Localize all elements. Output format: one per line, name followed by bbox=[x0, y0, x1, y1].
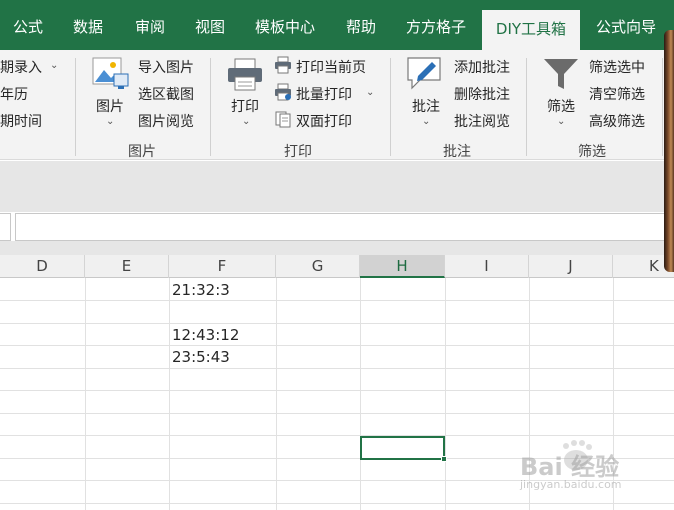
grid-line bbox=[360, 278, 361, 510]
name-box[interactable] bbox=[0, 213, 11, 241]
cell-f-time[interactable]: 23:5:43 bbox=[169, 346, 230, 368]
clear-filter-button[interactable]: 清空筛选 bbox=[589, 84, 645, 104]
grid-line bbox=[0, 323, 674, 324]
watermark-url: jingyan.baidu.com bbox=[520, 478, 622, 491]
tab-data[interactable]: 数据 bbox=[60, 0, 116, 50]
chevron-down-icon[interactable]: ⌄ bbox=[242, 116, 250, 127]
batch-print-icon bbox=[275, 83, 291, 101]
grid-line bbox=[276, 278, 277, 510]
watermark-brand: Bai 经验 bbox=[520, 453, 620, 481]
chevron-down-icon[interactable]: ⌄ bbox=[422, 116, 430, 127]
group-divider bbox=[662, 58, 663, 156]
batch-print-button[interactable]: 批量打印 bbox=[296, 84, 352, 104]
column-header-g[interactable]: G bbox=[276, 255, 360, 278]
calendar-button[interactable]: 年历 bbox=[0, 84, 28, 104]
cell-f-time[interactable]: 21:32:3 bbox=[169, 279, 230, 301]
delete-comment-button[interactable]: 删除批注 bbox=[454, 84, 510, 104]
grid-line bbox=[85, 278, 86, 510]
formula-bar[interactable] bbox=[15, 213, 674, 241]
ribbon-tab-bar: 公式 数据 审阅 视图 模板中心 帮助 方方格子 DIY工具箱 公式向导 bbox=[0, 0, 674, 50]
chevron-down-icon[interactable]: ⌄ bbox=[557, 116, 565, 127]
tab-formula-wizard[interactable]: 公式向导 bbox=[585, 0, 667, 50]
date-entry-button[interactable]: 期录入 bbox=[0, 57, 42, 77]
region-capture-button[interactable]: 选区截图 bbox=[138, 84, 194, 104]
column-header-i[interactable]: I bbox=[445, 255, 529, 278]
grid-line bbox=[0, 413, 674, 414]
tab-fangfang[interactable]: 方方格子 bbox=[395, 0, 477, 50]
column-header-f[interactable]: F bbox=[169, 255, 276, 278]
print-page-icon bbox=[275, 56, 291, 74]
advanced-filter-button[interactable]: 高级筛选 bbox=[589, 111, 645, 131]
picture-button[interactable]: 图片 bbox=[96, 96, 124, 116]
print-current-page-button[interactable]: 打印当前页 bbox=[296, 57, 366, 77]
grid-line bbox=[0, 435, 674, 436]
toolbar-band bbox=[0, 161, 674, 212]
browse-comment-button[interactable]: 批注阅览 bbox=[454, 111, 510, 131]
group-title-picture: 图片 bbox=[128, 144, 156, 160]
active-cell-selection[interactable] bbox=[360, 436, 445, 460]
group-title-comment: 批注 bbox=[443, 144, 471, 160]
filter-button[interactable]: 筛选 bbox=[547, 96, 575, 116]
group-divider bbox=[526, 58, 527, 156]
picture-browse-button[interactable]: 图片阅览 bbox=[138, 111, 194, 131]
print-button[interactable]: 打印 bbox=[231, 96, 259, 116]
filter-funnel-icon bbox=[544, 59, 578, 89]
tab-diy-toolbox[interactable]: DIY工具箱 bbox=[482, 10, 580, 50]
filter-selected-button[interactable]: 筛选选中 bbox=[589, 57, 645, 77]
column-header-d[interactable]: D bbox=[0, 255, 85, 278]
group-divider bbox=[75, 58, 76, 156]
chevron-down-icon[interactable]: ⌄ bbox=[106, 116, 114, 127]
overlay-photo-edge bbox=[664, 30, 674, 272]
date-time-button[interactable]: 期时间 bbox=[0, 111, 42, 131]
comment-icon bbox=[407, 57, 441, 90]
grid-line bbox=[0, 300, 674, 301]
grid-line bbox=[0, 368, 674, 369]
fill-handle[interactable] bbox=[441, 456, 447, 462]
group-title-filter: 筛选 bbox=[578, 144, 606, 160]
grid-line bbox=[169, 278, 170, 510]
grid-line bbox=[0, 390, 674, 391]
tab-help[interactable]: 帮助 bbox=[334, 0, 388, 50]
duplex-print-icon bbox=[275, 111, 291, 128]
grid-line bbox=[0, 345, 674, 346]
tab-formulas[interactable]: 公式 bbox=[0, 0, 56, 50]
add-comment-button[interactable]: 添加批注 bbox=[454, 57, 510, 77]
column-header-e[interactable]: E bbox=[85, 255, 169, 278]
duplex-print-button[interactable]: 双面打印 bbox=[296, 111, 352, 131]
separator-strip bbox=[0, 241, 674, 255]
tab-review[interactable]: 审阅 bbox=[122, 0, 178, 50]
import-picture-button[interactable]: 导入图片 bbox=[138, 57, 194, 77]
picture-icon bbox=[92, 57, 129, 89]
group-divider bbox=[210, 58, 211, 156]
chevron-down-icon[interactable]: ⌄ bbox=[366, 87, 374, 98]
grid-line bbox=[445, 278, 446, 510]
tab-template-center[interactable]: 模板中心 bbox=[244, 0, 326, 50]
cell-f-time[interactable]: 12:43:12 bbox=[169, 324, 239, 346]
group-divider bbox=[390, 58, 391, 156]
column-header-h[interactable]: H bbox=[360, 255, 445, 278]
printer-icon bbox=[228, 58, 262, 91]
column-header-j[interactable]: J bbox=[529, 255, 613, 278]
tab-view[interactable]: 视图 bbox=[182, 0, 238, 50]
column-header-row: D E F G H I J K bbox=[0, 255, 674, 278]
group-title-print: 打印 bbox=[284, 144, 312, 160]
chevron-down-icon[interactable]: ⌄ bbox=[50, 60, 58, 71]
comment-button[interactable]: 批注 bbox=[412, 96, 440, 116]
grid-line bbox=[0, 503, 674, 504]
